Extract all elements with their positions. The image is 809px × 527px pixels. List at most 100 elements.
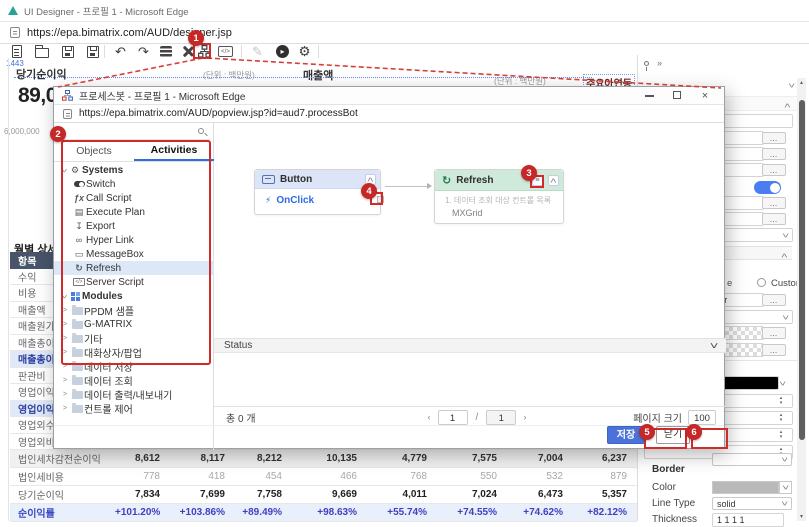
scrollbar-thumb[interactable] <box>799 100 805 440</box>
chevron-down-icon: > <box>705 343 720 349</box>
page-separator: / <box>468 412 487 423</box>
node-title: Refresh <box>456 175 527 186</box>
toggle-switch[interactable] <box>754 181 781 194</box>
callout-badge-2: 2 <box>50 126 66 142</box>
new-file-icon[interactable] <box>8 44 25 59</box>
open-folder-icon[interactable] <box>33 44 50 59</box>
row-label: 법인세비용 <box>10 469 115 484</box>
next-page-icon[interactable]: › <box>516 412 533 422</box>
save-all-icon[interactable] <box>84 44 101 59</box>
chevron-down-icon: > <box>779 485 792 490</box>
app-logo-icon <box>8 6 18 15</box>
kpi-title: 당기순이익 <box>16 66 67 82</box>
table-cell: +103.86% <box>170 507 235 518</box>
selection-dotted-line <box>14 77 592 78</box>
popup-url-text: https://epa.bimatrix.com/AUD/popview.jsp… <box>79 108 358 119</box>
border-color-swatch[interactable] <box>712 481 779 494</box>
page-size-input[interactable]: 100 <box>688 410 716 425</box>
stepper-arrows-icon[interactable]: ▴▾ <box>776 413 786 424</box>
run-icon[interactable]: ▸ <box>274 44 291 59</box>
page-input[interactable]: 1 <box>438 410 468 425</box>
table-cell: 7,004 <box>507 453 573 464</box>
save-icon[interactable] <box>59 44 76 59</box>
main-url-bar[interactable]: https://epa.bimatrix.com/AUD/designer.js… <box>0 22 809 44</box>
flow-arrowhead <box>427 183 432 189</box>
tree-item-데이터-출력-내보내기[interactable]: > 데이터 출력/내보내기 <box>54 387 214 401</box>
process-bot-icon <box>62 90 73 101</box>
scroll-down-icon[interactable]: ▾ <box>797 513 806 520</box>
tree-item-label: 컨트롤 제어 <box>84 401 133 416</box>
stepper-arrows-icon[interactable]: ▴▾ <box>776 430 786 441</box>
chevron-right-icon: > <box>60 377 70 384</box>
page-size-label: 페이지 크기 <box>633 410 682 425</box>
toolbar-separator <box>241 45 242 58</box>
tree-item-label: 데이터 출력/내보내기 <box>84 387 172 402</box>
ellipsis-button[interactable]: … <box>762 164 786 176</box>
row-label: 법인세차감전순이익 <box>10 451 115 466</box>
ellipsis-button[interactable]: … <box>762 327 786 339</box>
ellipsis-button[interactable]: … <box>762 344 786 356</box>
tree-item-데이터-조회[interactable]: >데이터 조회 <box>54 373 214 387</box>
tree-search-box[interactable] <box>58 125 210 140</box>
thickness-input[interactable]: 1 1 1 1 <box>712 513 784 527</box>
table-cell: 466 <box>292 471 367 482</box>
ellipsis-button[interactable]: … <box>762 132 786 144</box>
table-cell: 879 <box>573 471 637 482</box>
callout-badge-5: 5 <box>639 424 655 440</box>
ellipsis-button[interactable]: … <box>762 213 786 225</box>
data-source-icon[interactable] <box>157 44 174 59</box>
chevron-right-icon: > <box>60 391 70 398</box>
table-cell: 532 <box>507 471 573 482</box>
maximize-button[interactable] <box>666 90 688 102</box>
search-icon <box>198 128 204 134</box>
flow-node-refresh[interactable]: ↻ Refresh ≡ > 1. 데이터 조회 대상 컨트롤 목록 MXGrid <box>434 169 564 224</box>
panel-scrollbar[interactable]: ▴ ▾ <box>797 78 806 521</box>
flow-canvas[interactable]: Button > ⚡ OnClick ↻ Refresh ≡ > 1. 데이터 … <box>215 124 725 338</box>
collapse-panel-icon[interactable]: » <box>657 58 662 68</box>
table-cell: 7,575 <box>437 453 507 464</box>
line-type-dropdown[interactable]: solid> <box>712 497 792 510</box>
color-dropdown-button[interactable]: > <box>779 481 792 494</box>
main-window-titlebar: UI Designer - 프로필 1 - Microsoft Edge <box>0 0 809 22</box>
ellipsis-button[interactable]: … <box>762 294 786 306</box>
line-type-label: Line Type <box>652 498 695 509</box>
ellipsis-button[interactable]: … <box>762 197 786 209</box>
callout-badge-3: 3 <box>521 165 537 181</box>
status-bar[interactable]: Status > <box>214 338 726 353</box>
stepper-arrows-icon[interactable]: ▴▾ <box>776 396 786 407</box>
settings-icon[interactable]: ⚙ <box>296 44 313 59</box>
popup-url-bar: https://epa.bimatrix.com/AUD/popview.jsp… <box>54 105 724 123</box>
toolbar-separator <box>318 45 319 58</box>
folder-icon <box>70 404 84 413</box>
table-cell: +101.20% <box>115 507 170 518</box>
close-window-button[interactable]: × <box>694 90 716 102</box>
edit-icon[interactable]: ✎ <box>249 44 266 59</box>
table-cell: 7,024 <box>437 489 507 500</box>
table-cell: +82.12% <box>573 507 637 518</box>
table-cell: 7,699 <box>170 489 235 500</box>
redo-icon[interactable]: ↷ <box>135 44 152 59</box>
pin-icon[interactable] <box>644 61 649 66</box>
occluded-dropdown[interactable]: > <box>712 453 792 466</box>
chevron-down-icon: > <box>776 381 789 386</box>
collapse-node-icon[interactable]: > <box>548 175 559 186</box>
table-cell: 8,612 <box>115 453 170 464</box>
radio-custom[interactable] <box>757 278 766 287</box>
main-window-title: UI Designer - 프로필 1 - Microsoft Edge <box>24 4 189 18</box>
chevron-down-icon[interactable]: > <box>785 83 798 88</box>
tree-item-컨트롤-제어[interactable]: >컨트롤 제어 <box>54 401 214 415</box>
row-label: 순이익률 <box>10 505 115 520</box>
code-view-icon[interactable]: </> <box>217 44 234 59</box>
table-cell: 7,834 <box>115 489 170 500</box>
table-cell: 6,473 <box>507 489 573 500</box>
thickness-label: Thickness <box>652 514 697 525</box>
undo-icon[interactable]: ↶ <box>112 44 129 59</box>
popup-button-row: 저장 닫기 <box>54 425 724 448</box>
table-row: 순이익률+101.20%+103.86%+89.49%+98.63%+55.74… <box>10 504 637 522</box>
onclick-event-label[interactable]: OnClick <box>276 195 314 206</box>
minimize-button[interactable] <box>638 90 660 102</box>
table-row: 법인세차감전순이익8,6128,1178,21210,1354,7797,575… <box>10 450 637 468</box>
ellipsis-button[interactable]: … <box>762 148 786 160</box>
prev-page-icon[interactable]: ‹ <box>421 412 438 422</box>
scroll-up-icon[interactable]: ▴ <box>797 79 806 86</box>
